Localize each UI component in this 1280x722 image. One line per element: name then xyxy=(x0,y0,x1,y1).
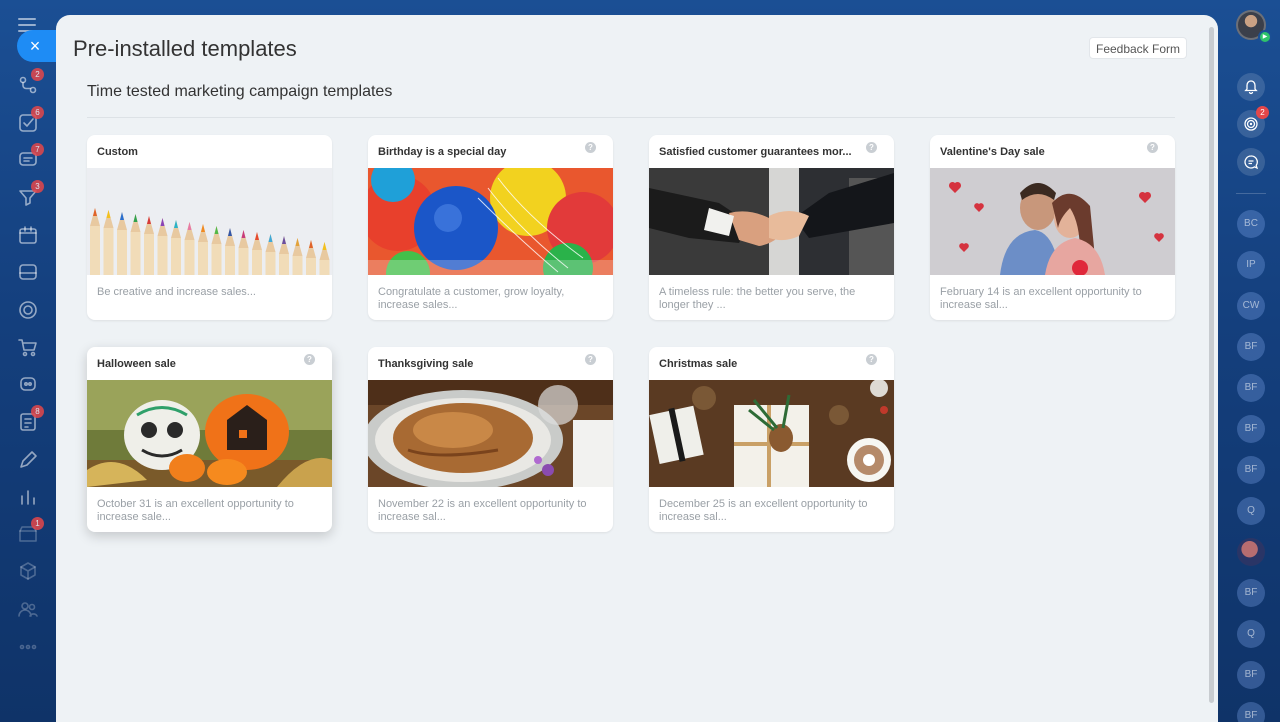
help-icon[interactable]: ? xyxy=(866,354,877,365)
calendar-icon xyxy=(19,226,37,244)
sidebar-robot-button[interactable] xyxy=(17,373,39,395)
help-icon[interactable]: ? xyxy=(585,142,596,153)
contact-avatar[interactable]: BF xyxy=(1237,456,1265,484)
cube-icon xyxy=(20,562,36,580)
more-icon xyxy=(19,644,37,650)
template-card-custom[interactable]: Custom Be creative and increase sales... xyxy=(87,135,332,320)
turkey-image xyxy=(368,380,613,487)
contact-avatar[interactable]: BF xyxy=(1237,661,1265,689)
section-subtitle: Time tested marketing campaign templates xyxy=(87,83,393,100)
section-divider xyxy=(87,117,1175,118)
sidebar-tasks-button[interactable]: 6 xyxy=(17,106,44,134)
chat-bubble-icon xyxy=(1244,155,1259,170)
templates-panel: Pre-installed templates Feedback Form Ti… xyxy=(56,15,1218,722)
card-description: A timeless rule: the better you serve, t… xyxy=(659,286,856,311)
card-title: Halloween sale xyxy=(97,358,176,370)
balloons-image xyxy=(368,168,613,275)
bell-icon xyxy=(1244,80,1258,95)
template-card-satisfied-customer[interactable]: Satisfied customer guarantees mor... ? A… xyxy=(649,135,894,320)
contact-avatar[interactable]: BF xyxy=(1237,415,1265,443)
pumpkins-image xyxy=(87,380,332,487)
contact-avatar[interactable]: IP xyxy=(1237,251,1265,279)
sidebar-team-button[interactable] xyxy=(17,598,39,620)
card-description: February 14 is an excellent opportunity … xyxy=(940,286,1142,311)
contact-avatar[interactable]: BF xyxy=(1237,579,1265,607)
card-title: Satisfied customer guarantees mor... xyxy=(659,146,852,158)
pencils-image xyxy=(87,168,332,275)
notification-badge: 7 xyxy=(31,143,44,156)
goals-button[interactable]: 2 xyxy=(1237,106,1269,138)
template-card-halloween[interactable]: Halloween sale ? October 31 is an excell… xyxy=(87,347,332,532)
close-slider-button[interactable]: × xyxy=(17,30,61,62)
card-title: Birthday is a special day xyxy=(378,146,507,158)
contact-avatar[interactable] xyxy=(1237,538,1265,566)
notification-badge: 1 xyxy=(31,517,44,530)
right-sidebar: ▶ 2 BC IP CW BF BF BF BF Q BF Q BF BF xyxy=(1220,0,1280,722)
sidebar-chat-button[interactable]: 7 xyxy=(17,143,44,171)
sidebar-pen-button[interactable] xyxy=(17,449,39,471)
help-icon[interactable]: ? xyxy=(304,354,315,365)
sidebar-forms-button[interactable]: 8 xyxy=(17,405,44,433)
cart-icon xyxy=(18,339,37,357)
sidebar-store-button[interactable]: 1 xyxy=(17,517,44,545)
card-title: Christmas sale xyxy=(659,358,738,370)
contact-avatar[interactable]: Q xyxy=(1237,497,1265,525)
target-icon xyxy=(19,301,37,319)
card-title: Custom xyxy=(97,146,138,158)
card-description: November 22 is an excellent opportunity … xyxy=(378,498,587,523)
template-card-christmas[interactable]: Christmas sale ? December 25 is an excel… xyxy=(649,347,894,532)
contact-avatar[interactable]: BF xyxy=(1237,702,1265,722)
contact-avatar[interactable]: BC xyxy=(1237,210,1265,238)
panel-scrollbar[interactable] xyxy=(1209,27,1214,703)
left-sidebar: × 2 6 7 3 8 1 xyxy=(0,0,61,722)
contact-avatar[interactable]: BF xyxy=(1237,333,1265,361)
robot-icon xyxy=(20,377,36,391)
couple-image xyxy=(930,168,1175,275)
contact-avatar[interactable]: Q xyxy=(1237,620,1265,648)
card-description: October 31 is an excellent opportunity t… xyxy=(97,498,294,523)
sidebar-workflow-button[interactable]: 2 xyxy=(17,68,44,96)
messages-button[interactable] xyxy=(1237,148,1265,176)
gifts-image xyxy=(649,380,894,487)
card-description: Congratulate a customer, grow loyalty, i… xyxy=(378,286,565,311)
template-card-thanksgiving[interactable]: Thanksgiving sale ? November 22 is an ex… xyxy=(368,347,613,532)
sidebar-cart-button[interactable] xyxy=(17,336,39,358)
card-description: December 25 is an excellent opportunity … xyxy=(659,498,868,523)
team-icon xyxy=(18,602,38,617)
handshake-image xyxy=(649,168,894,275)
notification-badge: 6 xyxy=(31,106,44,119)
sidebar-calendar-button[interactable] xyxy=(17,224,39,246)
help-icon[interactable]: ? xyxy=(866,142,877,153)
notification-badge: 2 xyxy=(31,68,44,81)
sidebar-more-button[interactable] xyxy=(17,636,39,658)
sidebar-cube-button[interactable] xyxy=(17,560,39,582)
target-icon xyxy=(1244,117,1258,131)
sidebar-chart-button[interactable] xyxy=(17,486,39,508)
notification-badge: 8 xyxy=(31,405,44,418)
drive-icon xyxy=(19,264,37,280)
card-title: Valentine's Day sale xyxy=(940,146,1045,158)
notification-badge: 3 xyxy=(31,180,44,193)
card-description: Be creative and increase sales... xyxy=(97,286,256,298)
contact-avatar[interactable]: BF xyxy=(1237,374,1265,402)
sidebar-funnel-button[interactable]: 3 xyxy=(17,180,44,208)
help-icon[interactable]: ? xyxy=(585,354,596,365)
play-icon[interactable]: ▶ xyxy=(1258,30,1272,44)
sidebar-target-button[interactable] xyxy=(17,299,39,321)
goals-badge: 2 xyxy=(1256,106,1269,119)
chart-icon xyxy=(21,490,35,505)
page-title: Pre-installed templates xyxy=(73,36,297,61)
template-card-birthday[interactable]: Birthday is a special day ? Congratulate… xyxy=(368,135,613,320)
contact-avatar[interactable]: CW xyxy=(1237,292,1265,320)
card-title: Thanksgiving sale xyxy=(378,358,474,370)
pen-icon xyxy=(20,451,37,468)
right-bar-divider xyxy=(1236,193,1266,194)
help-icon[interactable]: ? xyxy=(1147,142,1158,153)
template-card-valentines[interactable]: Valentine's Day sale ? February 14 is an… xyxy=(930,135,1175,320)
feedback-form-button[interactable]: Feedback Form xyxy=(1089,37,1187,59)
notifications-button[interactable] xyxy=(1237,73,1265,101)
sidebar-drive-button[interactable] xyxy=(17,261,39,283)
